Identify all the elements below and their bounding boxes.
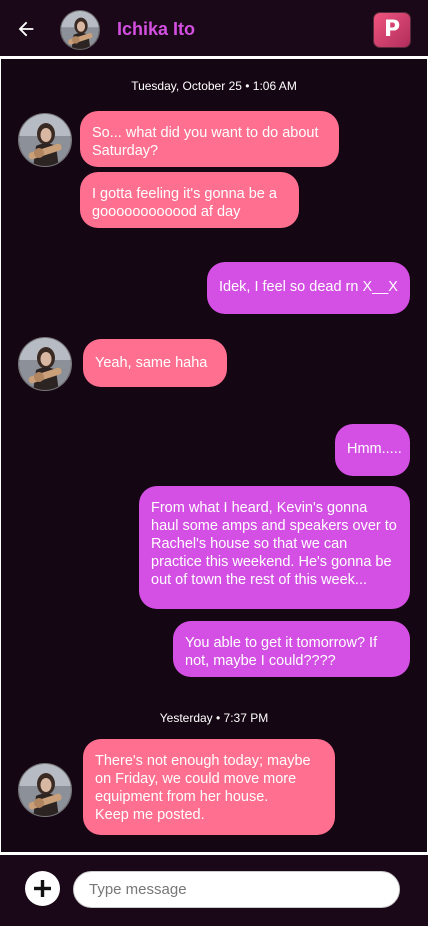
outgoing-message: From what I heard, Kevin's gonna haul so… [139, 486, 410, 609]
contact-avatar[interactable] [18, 763, 72, 817]
chat-header: Ichika Ito P [0, 0, 428, 56]
incoming-message: There's not enough today; maybe on Frida… [83, 739, 335, 835]
app-logo: P [374, 13, 410, 47]
incoming-message: I gotta feeling it's gonna be a gooooooo… [80, 172, 299, 228]
add-attachment-button[interactable] [25, 871, 60, 906]
outgoing-message: Hmm..... [335, 424, 410, 476]
incoming-message: Yeah, same haha [83, 339, 227, 387]
outgoing-message: You able to get it tomorrow? If not, may… [173, 621, 410, 677]
message-thread[interactable]: Tuesday, October 25 • 1:06 AM So... what… [1, 59, 427, 852]
message-input[interactable] [73, 871, 400, 908]
contact-avatar[interactable] [18, 337, 72, 391]
date-separator: Tuesday, October 25 • 1:06 AM [131, 79, 297, 93]
contact-avatar[interactable] [60, 10, 100, 50]
plus-icon [34, 880, 51, 897]
contact-avatar[interactable] [18, 113, 72, 167]
outgoing-message: Idek, I feel so dead rn X__X [207, 262, 410, 314]
contact-name[interactable]: Ichika Ito [117, 19, 195, 40]
incoming-message: So... what did you want to do about Satu… [80, 111, 339, 167]
arrow-left-icon[interactable] [15, 18, 37, 40]
date-separator: Yesterday • 7:37 PM [159, 711, 269, 725]
message-composer [0, 855, 428, 926]
